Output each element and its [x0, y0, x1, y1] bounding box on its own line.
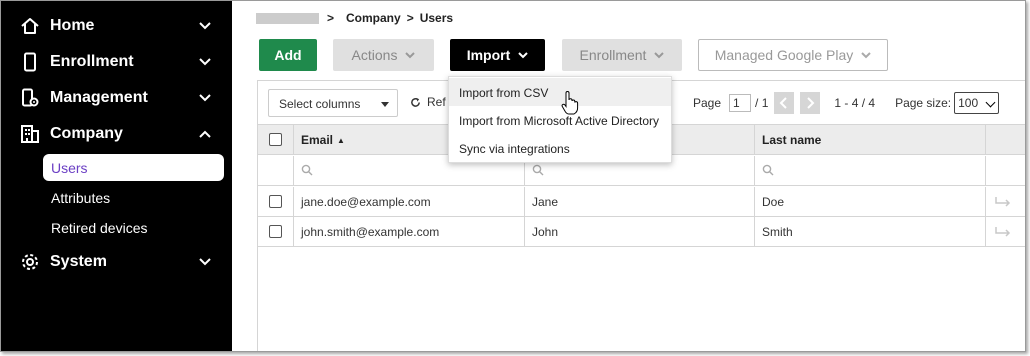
select-columns-dropdown[interactable]: Select columns: [268, 89, 398, 117]
import-button[interactable]: Import: [450, 39, 545, 71]
app-window: Home Enrollment Management Company Users…: [0, 0, 1026, 352]
add-button[interactable]: Add: [259, 39, 317, 71]
sidebar: Home Enrollment Management Company Users…: [1, 1, 232, 351]
search-icon: [762, 164, 774, 176]
caret-down-icon: [381, 102, 389, 107]
table-row[interactable]: jane.doe@example.com Jane Doe: [258, 187, 1025, 217]
next-page-button[interactable]: [800, 92, 821, 114]
sidebar-item-label: Company: [50, 125, 123, 142]
sidebar-item-home[interactable]: Home: [1, 8, 232, 44]
page-size-select[interactable]: 100: [954, 92, 1000, 114]
chevron-down-icon[interactable]: [198, 255, 212, 269]
menu-item-import-active-directory[interactable]: Import from Microsoft Active Directory: [449, 106, 671, 134]
row-checkbox[interactable]: [269, 195, 282, 208]
home-icon: [21, 18, 39, 34]
sidebar-subitem-retired-devices[interactable]: Retired devices: [43, 214, 224, 241]
chevron-right-icon: [807, 97, 815, 109]
breadcrumb-redacted: [256, 12, 319, 24]
breadcrumb-company[interactable]: Company: [346, 11, 401, 25]
search-icon: [532, 164, 544, 176]
menu-item-sync-integrations[interactable]: Sync via integrations: [449, 134, 671, 162]
sidebar-item-label: Management: [50, 89, 148, 106]
building-icon: [21, 125, 39, 143]
import-dropdown-menu: Import from CSV Import from Microsoft Ac…: [448, 76, 672, 163]
chevron-down-icon: [654, 52, 665, 59]
chevron-down-icon[interactable]: [198, 55, 212, 69]
previous-page-button[interactable]: [774, 92, 795, 114]
refresh-icon: [411, 97, 420, 107]
enrollment-button[interactable]: Enrollment: [562, 39, 682, 71]
breadcrumb-users: Users: [419, 11, 454, 25]
page-number-input[interactable]: 1: [729, 94, 752, 112]
sidebar-item-enrollment[interactable]: Enrollment: [1, 44, 232, 80]
chevron-down-icon: [518, 52, 528, 59]
managed-google-play-button[interactable]: Managed Google Play: [698, 39, 888, 71]
chevron-down-icon[interactable]: [198, 91, 212, 105]
chevron-left-icon: [779, 97, 788, 109]
sidebar-item-label: System: [50, 253, 107, 270]
select-all-checkbox[interactable]: [269, 133, 282, 146]
refresh-button[interactable]: Ref: [410, 95, 446, 109]
phone-icon: [24, 52, 36, 72]
device-gear-icon: [22, 88, 39, 107]
last-name-filter-input[interactable]: [755, 156, 986, 185]
forward-arrow-icon[interactable]: [994, 195, 1012, 207]
row-checkbox[interactable]: [269, 225, 282, 238]
chevron-up-icon[interactable]: [198, 127, 212, 141]
chevron-down-icon: [985, 97, 996, 108]
forward-arrow-icon[interactable]: [994, 225, 1012, 237]
sidebar-item-system[interactable]: System: [1, 244, 232, 280]
pager: Page 1 / 1 1 - 4 / 4 Page size: 100: [693, 92, 1000, 114]
table-row[interactable]: john.smith@example.com John Smith: [258, 217, 1025, 247]
sidebar-item-label: Home: [50, 17, 95, 34]
sidebar-item-label: Enrollment: [50, 53, 134, 70]
menu-item-import-csv[interactable]: Import from CSV: [449, 78, 671, 106]
column-header-last-name[interactable]: Last name: [755, 125, 986, 154]
breadcrumb-separator: >: [327, 11, 335, 25]
sidebar-subitem-attributes[interactable]: Attributes: [43, 184, 224, 211]
main-content: > Company > Users Add Actions Import Enr…: [232, 1, 1025, 351]
gear-icon: [22, 254, 38, 270]
chevron-down-icon: [405, 52, 416, 59]
breadcrumb: > Company > Users: [256, 11, 453, 25]
sidebar-item-company[interactable]: Company: [1, 116, 232, 152]
chevron-down-icon[interactable]: [198, 19, 212, 33]
actions-button[interactable]: Actions: [333, 39, 434, 71]
hand-cursor-icon: [561, 91, 579, 115]
search-icon: [301, 164, 313, 176]
sidebar-subitem-users[interactable]: Users: [43, 154, 224, 181]
sidebar-item-management[interactable]: Management: [1, 80, 232, 116]
breadcrumb-separator: >: [406, 11, 414, 25]
chevron-down-icon: [861, 52, 871, 59]
sort-ascending-icon: ▲: [337, 136, 345, 145]
record-range: 1 - 4 / 4: [834, 96, 876, 110]
